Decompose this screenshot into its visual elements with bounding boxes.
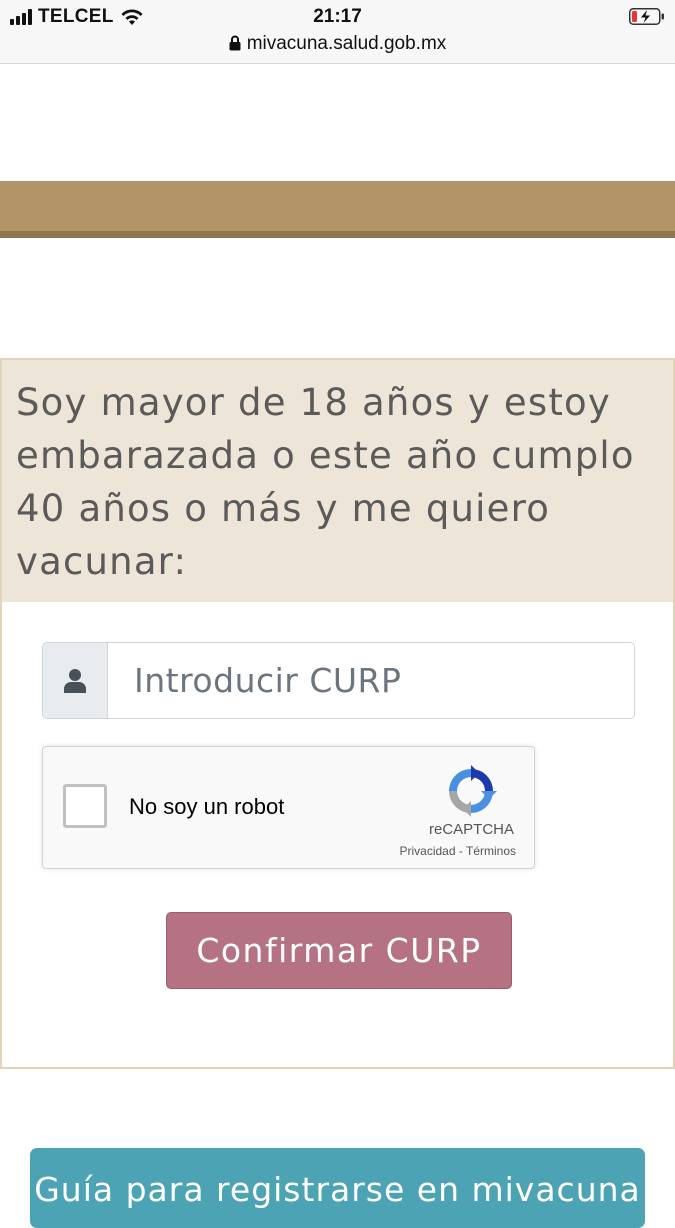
registration-guide-button[interactable]: Guía para registrarse en mivacuna	[30, 1148, 645, 1228]
recaptcha-terms-link[interactable]: Términos	[466, 844, 516, 858]
registration-card: Soy mayor de 18 años y estoy embarazada …	[0, 358, 675, 1069]
header-band-shadow	[0, 231, 675, 238]
battery-charging-icon	[629, 8, 664, 25]
recaptcha-privacy-link[interactable]: Privacidad	[399, 844, 455, 858]
url-text: mivacuna.salud.gob.mx	[246, 33, 447, 54]
curp-input-group	[42, 642, 635, 719]
card-header: Soy mayor de 18 años y estoy embarazada …	[2, 360, 673, 602]
curp-input[interactable]	[108, 643, 634, 718]
card-heading: Soy mayor de 18 años y estoy embarazada …	[16, 381, 635, 583]
lock-icon	[229, 35, 241, 51]
clock: 21:17	[313, 6, 362, 27]
recaptcha-checkbox[interactable]	[63, 784, 107, 828]
header-band	[0, 181, 675, 231]
user-icon	[64, 668, 86, 693]
recaptcha-links-separator: -	[458, 844, 463, 858]
recaptcha-links: Privacidad - Términos	[399, 844, 516, 858]
recaptcha-label: No soy un robot	[129, 794, 285, 819]
recaptcha-logo-icon	[449, 765, 497, 817]
user-addon	[43, 643, 108, 718]
confirm-curp-button[interactable]: Confirmar CURP	[166, 912, 512, 989]
recaptcha-brand: reCAPTCHA	[428, 821, 514, 838]
recaptcha-widget: No soy un robot reCAPTCHA Privacidad - T…	[42, 746, 535, 869]
status-bar: TELCEL 21:17 mivacuna.salud.gob.mx	[0, 0, 675, 64]
address-bar[interactable]: mivacuna.salud.gob.mx	[0, 33, 675, 55]
